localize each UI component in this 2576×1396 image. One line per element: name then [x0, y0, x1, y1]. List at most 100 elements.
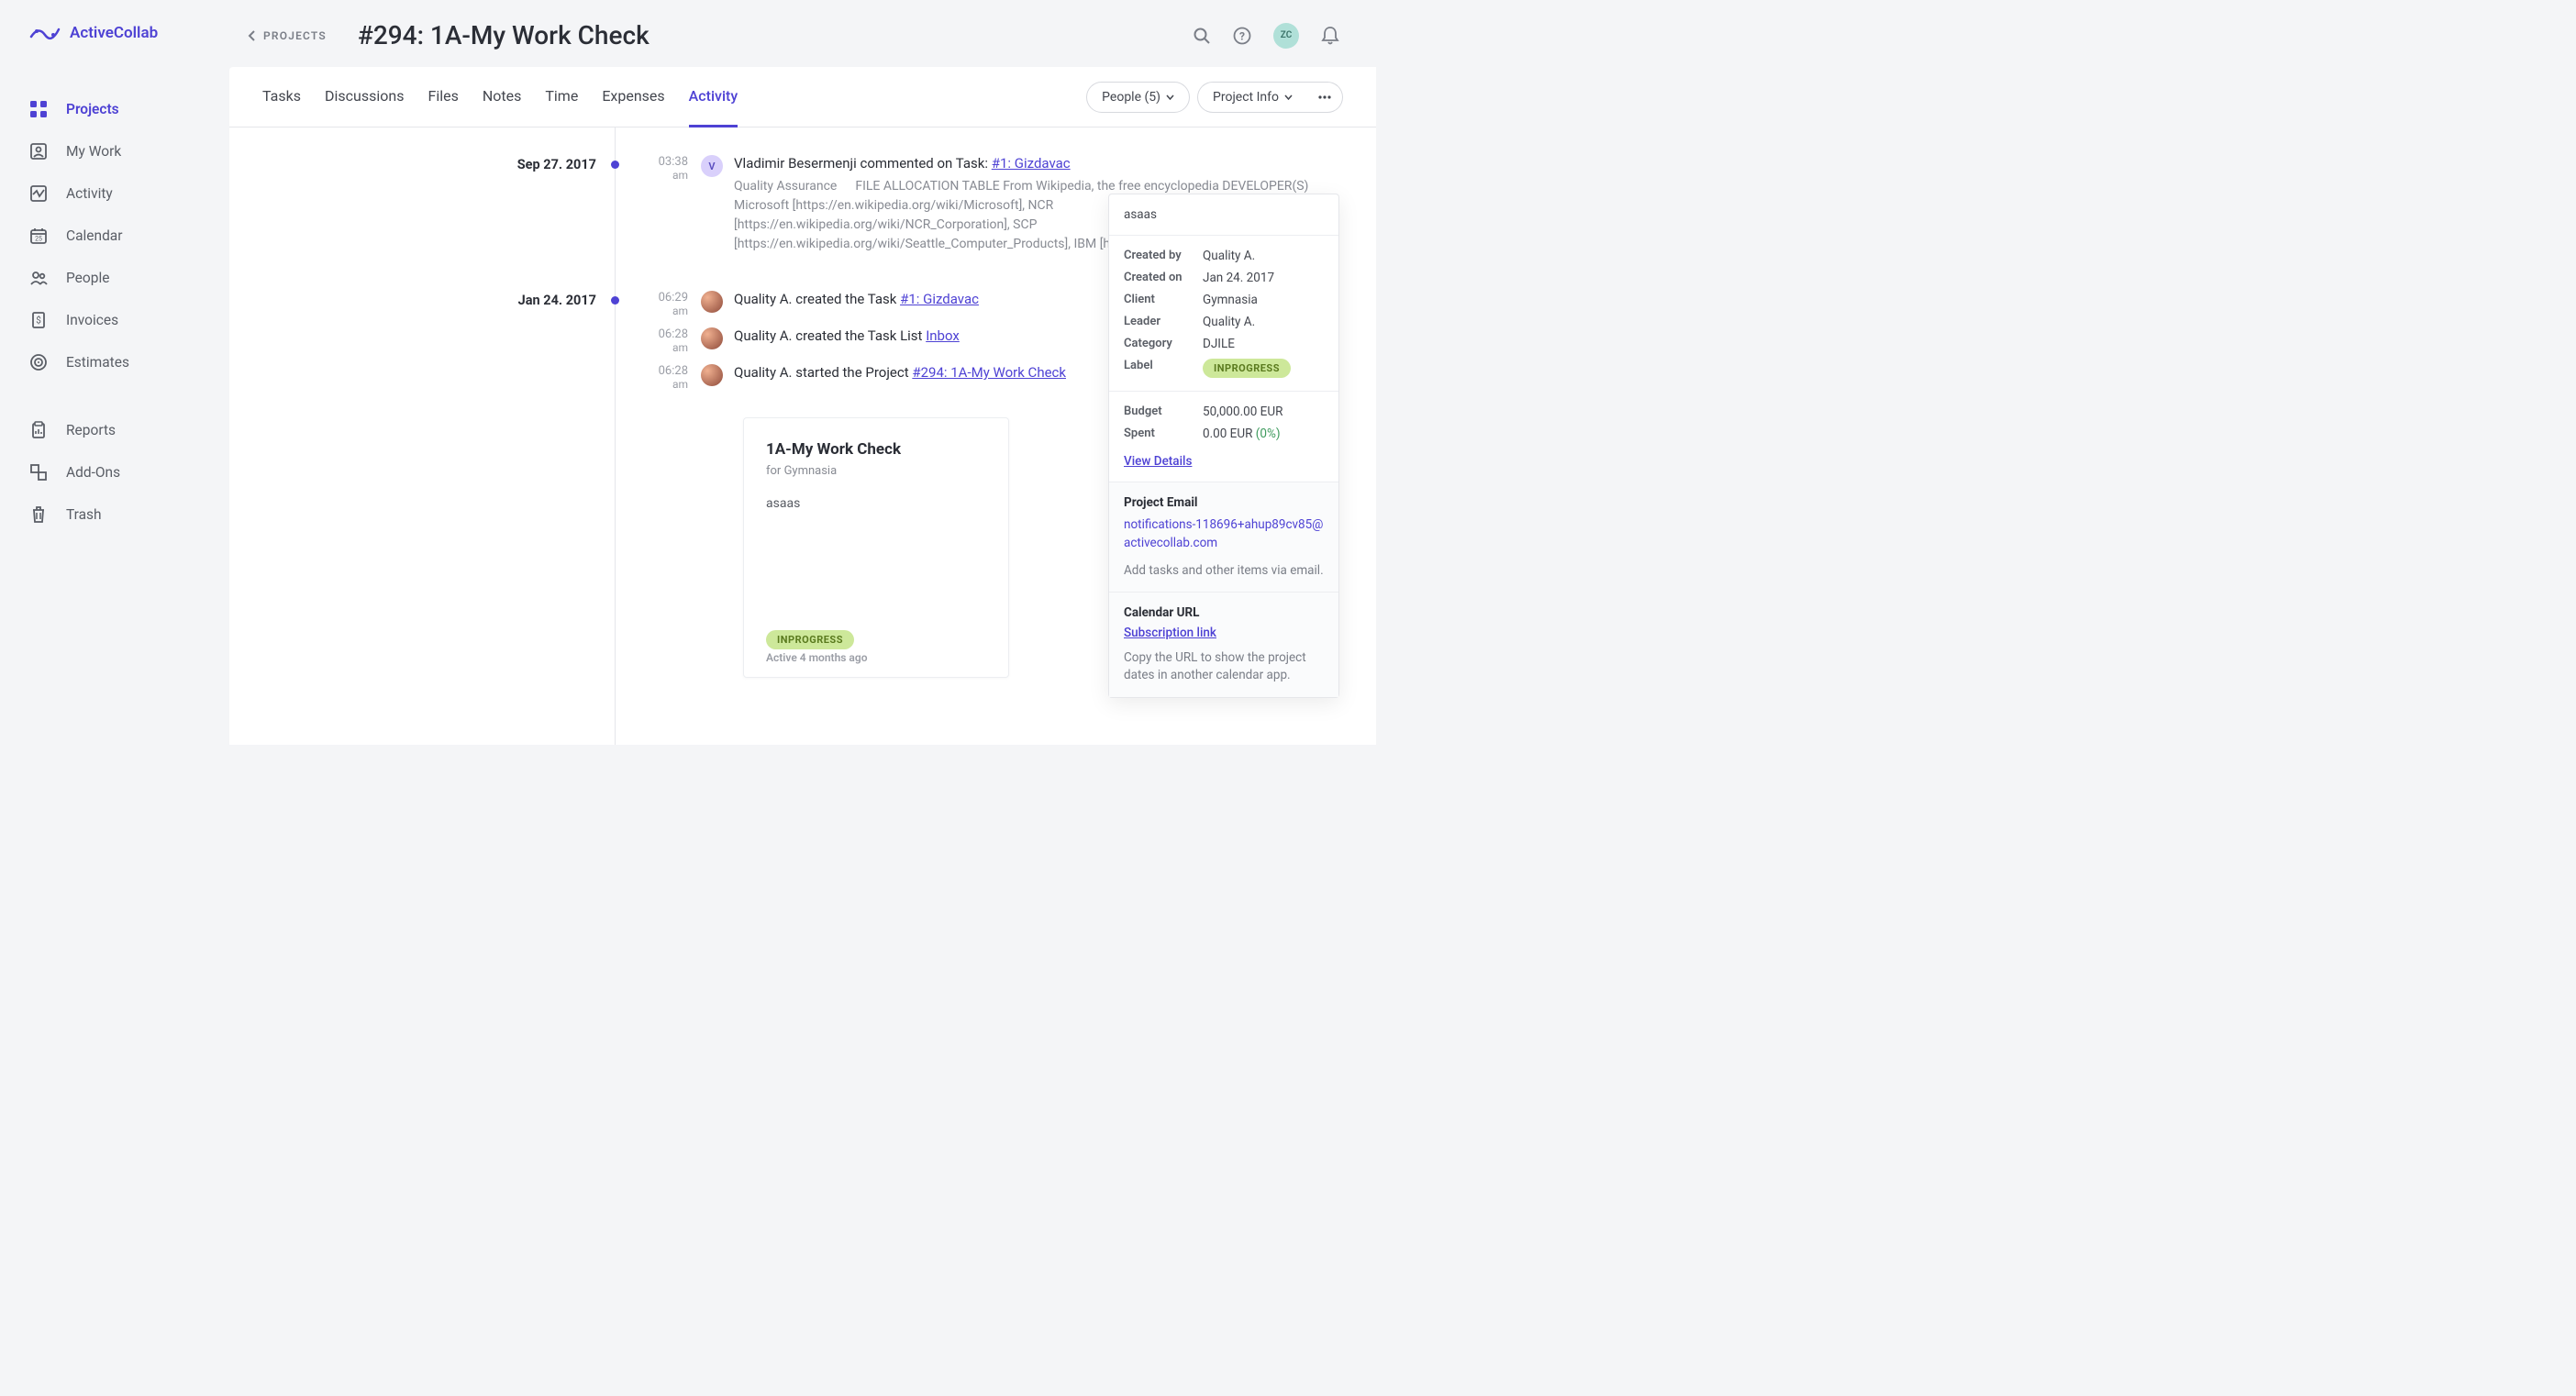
- nav-item-my-work[interactable]: My Work: [29, 130, 229, 172]
- info-val-category: DJILE: [1203, 337, 1324, 351]
- nav-item-calendar[interactable]: 25 Calendar: [29, 215, 229, 257]
- event-time: 03:38am: [633, 155, 688, 182]
- chevron-left-icon: [248, 30, 256, 41]
- chevron-down-icon: [1284, 94, 1293, 100]
- tab-files[interactable]: Files: [427, 67, 458, 127]
- help-icon[interactable]: ?: [1233, 27, 1251, 45]
- nav-label: Projects: [66, 101, 119, 117]
- people-dropdown[interactable]: People (5): [1086, 82, 1190, 113]
- nav-item-estimates[interactable]: Estimates: [29, 341, 229, 383]
- event-avatar: [701, 364, 723, 386]
- nav-label: Estimates: [66, 354, 129, 371]
- calendar-url-heading: Calendar URL: [1124, 605, 1324, 620]
- nav-item-people[interactable]: People: [29, 257, 229, 299]
- more-actions-button[interactable]: [1307, 82, 1343, 113]
- info-val-created-on: Jan 24. 2017: [1203, 271, 1324, 285]
- svg-text:25: 25: [35, 236, 42, 243]
- tab-discussions[interactable]: Discussions: [325, 67, 404, 127]
- info-key-created-by: Created by: [1124, 249, 1203, 263]
- status-badge: INPROGRESS: [1203, 359, 1291, 378]
- nav-item-reports[interactable]: Reports: [29, 409, 229, 451]
- invoices-icon: $: [29, 311, 48, 329]
- nav-label: Invoices: [66, 312, 118, 328]
- tab-expenses[interactable]: Expenses: [602, 67, 664, 127]
- info-val-budget: 50,000.00 EUR: [1203, 404, 1324, 419]
- tab-activity[interactable]: Activity: [689, 67, 738, 127]
- people-icon: [29, 269, 48, 287]
- project-info-label: Project Info: [1213, 90, 1279, 105]
- search-icon[interactable]: [1193, 27, 1211, 45]
- event-link[interactable]: #1: Gizdavac: [992, 155, 1071, 172]
- nav-label: Trash: [66, 506, 102, 523]
- info-key-spent: Spent: [1124, 427, 1203, 441]
- event-avatar: [701, 291, 723, 313]
- event-link[interactable]: #294: 1A-My Work Check: [912, 364, 1066, 381]
- info-val-client: Gymnasia: [1203, 293, 1324, 307]
- reports-icon: [29, 421, 48, 439]
- bell-icon[interactable]: [1321, 26, 1339, 46]
- page-title: #294: 1A-My Work Check: [358, 20, 650, 50]
- info-key-leader: Leader: [1124, 315, 1203, 329]
- nav-label: Calendar: [66, 227, 123, 244]
- nav-label: Reports: [66, 422, 116, 438]
- calendar-url-hint: Copy the URL to show the project dates i…: [1124, 649, 1324, 684]
- info-key-client: Client: [1124, 293, 1203, 307]
- tabs-row: Tasks Discussions Files Notes Time Expenses Ac…: [229, 67, 1376, 127]
- calendar-icon: 25: [29, 227, 48, 245]
- project-info-dropdown[interactable]: Project Info: [1197, 82, 1307, 113]
- info-val-created-by: Quality A.: [1203, 249, 1324, 263]
- subscription-link[interactable]: Subscription link: [1124, 626, 1216, 640]
- event-link[interactable]: #1: Gizdavac: [900, 291, 979, 307]
- brand-logo[interactable]: ActiveCollab: [29, 22, 229, 44]
- nav-label: Activity: [66, 185, 113, 202]
- brand-icon: [29, 22, 61, 44]
- chevron-down-icon: [1166, 94, 1174, 100]
- project-email[interactable]: notifications-118696+ahup89cv85@activeco…: [1124, 515, 1324, 553]
- nav-item-activity[interactable]: Activity: [29, 172, 229, 215]
- info-val-leader: Quality A.: [1203, 315, 1324, 329]
- tab-tasks[interactable]: Tasks: [262, 67, 301, 127]
- user-avatar[interactable]: ZC: [1273, 23, 1299, 49]
- people-dropdown-label: People (5): [1102, 90, 1160, 105]
- view-details-link[interactable]: View Details: [1124, 454, 1192, 469]
- event-avatar: V: [701, 155, 723, 177]
- tab-notes[interactable]: Notes: [483, 67, 522, 127]
- addons-icon: [29, 463, 48, 482]
- nav-label: Add-Ons: [66, 464, 120, 481]
- nav-label: My Work: [66, 143, 121, 160]
- info-key-budget: Budget: [1124, 404, 1203, 419]
- trash-icon: [29, 505, 48, 524]
- project-card-active: Active 4 months ago: [766, 651, 986, 664]
- svg-text:?: ?: [1239, 29, 1245, 42]
- event-text: Quality A. created the Task List Inbox: [734, 327, 960, 344]
- project-info-panel: asaas Created byQuality A. Created onJan…: [1108, 194, 1339, 698]
- event-content: Quality A. created the Task List Inbox: [734, 327, 960, 344]
- project-card-label: INPROGRESS: [766, 630, 854, 649]
- brand-name: ActiveCollab: [70, 24, 158, 42]
- breadcrumb[interactable]: PROJECTS: [248, 29, 327, 42]
- mywork-icon: [29, 142, 48, 161]
- tab-time[interactable]: Time: [545, 67, 578, 127]
- nav-item-projects[interactable]: Projects: [29, 88, 229, 130]
- event-link[interactable]: Inbox: [926, 327, 960, 344]
- content-card: Tasks Discussions Files Notes Time Expenses Ac…: [229, 67, 1376, 745]
- info-key-label: Label: [1124, 359, 1203, 378]
- event-text: Quality A. started the Project #294: 1A-…: [734, 364, 1066, 381]
- info-description: asaas: [1124, 207, 1324, 222]
- event-content: Quality A. started the Project #294: 1A-…: [734, 364, 1066, 381]
- nav-item-add-ons[interactable]: Add-Ons: [29, 451, 229, 493]
- event-avatar: [701, 327, 723, 349]
- info-val-spent: 0.00 EUR (0%): [1203, 427, 1324, 441]
- nav-list: ProjectsMy WorkActivity25CalendarPeople$…: [29, 88, 229, 536]
- svg-text:$: $: [36, 315, 41, 327]
- nav-item-invoices[interactable]: $ Invoices: [29, 299, 229, 341]
- activity-icon: [29, 184, 48, 203]
- dots-icon: [1318, 95, 1331, 99]
- event-time: 06:29am: [633, 291, 688, 317]
- project-card[interactable]: 1A-My Work Check for Gymnasia asaas INPR…: [743, 417, 1009, 678]
- breadcrumb-label: PROJECTS: [263, 29, 327, 42]
- header-actions: ? ZC: [1193, 23, 1339, 49]
- event-time: 06:28am: [633, 364, 688, 391]
- project-email-hint: Add tasks and other items via email.: [1124, 562, 1324, 580]
- nav-item-trash[interactable]: Trash: [29, 493, 229, 536]
